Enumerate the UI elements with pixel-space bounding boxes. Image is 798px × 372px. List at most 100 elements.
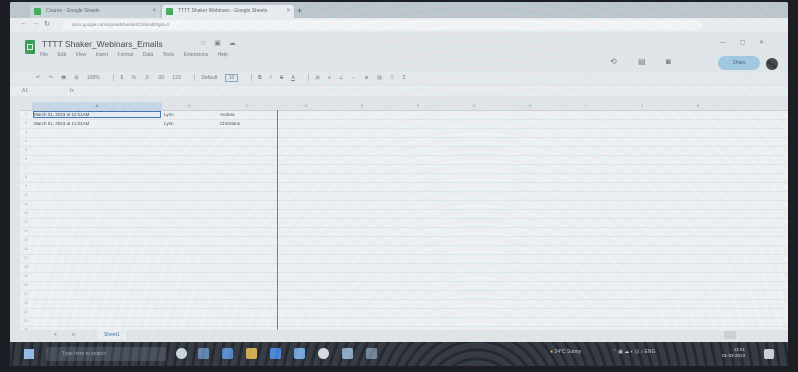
- name-box[interactable]: A1: [22, 86, 28, 96]
- column-header-d[interactable]: D: [278, 102, 334, 110]
- column-header-f[interactable]: F: [390, 102, 446, 110]
- row-header[interactable]: 19: [20, 274, 32, 278]
- column-header-i[interactable]: I: [558, 102, 614, 110]
- address-bar[interactable]: docs.google.com/spreadsheets/d/1Xk/edit#…: [62, 20, 702, 30]
- menu-help[interactable]: Help: [218, 52, 228, 58]
- forward-icon[interactable]: →: [32, 20, 39, 27]
- decrease-decimal-button[interactable]: .0: [145, 75, 149, 81]
- bold-button[interactable]: B: [258, 75, 262, 81]
- text-color-button[interactable]: A: [291, 75, 294, 81]
- row-header[interactable]: 4: [20, 139, 32, 143]
- window-controls[interactable]: — ▢ ✕: [720, 39, 770, 46]
- row-header[interactable]: 17: [20, 256, 32, 260]
- paint-format-icon[interactable]: ⊞: [74, 75, 78, 81]
- borders-button[interactable]: ⊞: [316, 75, 320, 81]
- reload-icon[interactable]: ↻: [44, 20, 50, 28]
- column-header-k[interactable]: K: [670, 102, 726, 110]
- menu-insert[interactable]: Insert: [96, 52, 109, 58]
- title-icons[interactable]: ☆ ▣ ☁: [200, 39, 239, 47]
- column-header-g[interactable]: G: [446, 102, 502, 110]
- history-icon[interactable]: ⟲: [610, 57, 617, 66]
- weather-widget[interactable]: ● 24°C Sunny ⌃ ▣ ☁ ◐ ⊡ ♪ ENG: [550, 349, 655, 355]
- cell-b1[interactable]: Lynn: [164, 112, 174, 117]
- column-header-e[interactable]: E: [334, 102, 390, 110]
- edge-icon[interactable]: [222, 348, 233, 359]
- notifications-icon[interactable]: [764, 349, 774, 359]
- menu-edit[interactable]: Edit: [57, 52, 66, 58]
- filter-button[interactable]: ▽: [390, 75, 394, 81]
- row-header[interactable]: 2: [20, 121, 32, 125]
- cell-b2[interactable]: Lynn: [164, 121, 174, 126]
- valign-button[interactable]: ⟂: [339, 75, 342, 81]
- row-header[interactable]: 9: [20, 184, 32, 188]
- taskbar-search-input[interactable]: Type here to search: [46, 347, 166, 361]
- strikethrough-button[interactable]: S: [280, 75, 283, 81]
- font-size-input[interactable]: 10: [224, 74, 239, 82]
- menu-format[interactable]: Format: [118, 52, 134, 58]
- comments-icon[interactable]: ▤: [638, 57, 646, 66]
- cell-a2[interactable]: March 01, 2023 at 11:51AM: [34, 121, 89, 126]
- functions-button[interactable]: Σ: [403, 75, 406, 81]
- row-header[interactable]: 7: [20, 166, 32, 170]
- link-button[interactable]: ⊕: [365, 75, 369, 81]
- wrap-button[interactable]: ⇔: [351, 75, 356, 81]
- chrome-icon[interactable]: [318, 348, 329, 359]
- new-tab-button[interactable]: +: [297, 6, 302, 16]
- row-header[interactable]: 20: [20, 283, 32, 287]
- row-header[interactable]: 21: [20, 292, 32, 296]
- row-header[interactable]: 24: [20, 319, 32, 323]
- menu-tools[interactable]: Tools: [163, 52, 175, 58]
- row-header[interactable]: 1: [20, 112, 32, 116]
- store-icon[interactable]: [294, 348, 305, 359]
- share-button[interactable]: Share: [718, 56, 760, 70]
- add-sheet-button[interactable]: +: [54, 330, 57, 340]
- meet-icon[interactable]: ◙: [666, 57, 671, 66]
- row-header[interactable]: 23: [20, 310, 32, 314]
- document-title[interactable]: TTTT Shaker_Webinars_Emails: [42, 39, 163, 49]
- row-header[interactable]: 12: [20, 211, 32, 215]
- avatar[interactable]: [766, 58, 778, 70]
- close-tab-icon[interactable]: ×: [152, 5, 156, 18]
- column-header-j[interactable]: J: [614, 102, 670, 110]
- browser-tab-active[interactable]: TTTT Shaker Webinars - Google Sheets ×: [162, 5, 294, 18]
- all-sheets-button[interactable]: ≡: [72, 330, 75, 340]
- row-header[interactable]: 8: [20, 175, 32, 179]
- print-icon[interactable]: 🖶: [61, 75, 66, 81]
- align-button[interactable]: ≡: [328, 75, 331, 81]
- column-header-c[interactable]: C: [217, 102, 277, 110]
- row-header[interactable]: 15: [20, 238, 32, 242]
- photos-icon[interactable]: [342, 348, 353, 359]
- redo-icon[interactable]: ↷: [49, 75, 53, 81]
- column-header-a[interactable]: A: [32, 102, 162, 110]
- row-header[interactable]: 6: [20, 157, 32, 161]
- undo-icon[interactable]: ↶: [36, 75, 40, 81]
- sheets-logo-icon[interactable]: [25, 40, 35, 54]
- zoom-select[interactable]: 100%: [87, 75, 100, 81]
- row-header[interactable]: 14: [20, 229, 32, 233]
- cell-c1[interactable]: Andrea: [220, 112, 235, 117]
- menu-data[interactable]: Data: [143, 52, 154, 58]
- row-header[interactable]: 22: [20, 301, 32, 305]
- percent-button[interactable]: %: [132, 75, 136, 81]
- cortana-icon[interactable]: [176, 348, 187, 359]
- row-header[interactable]: 18: [20, 265, 32, 269]
- row-header[interactable]: 3: [20, 130, 32, 134]
- explore-icon[interactable]: [724, 331, 736, 339]
- taskbar-clock[interactable]: 12:51 01-03-2023: [722, 347, 745, 359]
- italic-button[interactable]: I: [270, 75, 271, 81]
- row-header[interactable]: 5: [20, 148, 32, 152]
- number-format-button[interactable]: 123: [172, 75, 180, 81]
- row-header[interactable]: 10: [20, 193, 32, 197]
- increase-decimal-button[interactable]: .00: [157, 75, 164, 81]
- browser-tab[interactable]: Course - Google Sheets ×: [30, 5, 160, 18]
- frozen-column-divider[interactable]: [277, 110, 278, 330]
- cell-a1[interactable]: March 01, 2023 at 11:51AM: [33, 111, 161, 118]
- spreadsheet-grid[interactable]: A B C D E F G H I J K 1 March 01, 2023 a…: [20, 102, 788, 330]
- menu-file[interactable]: File: [40, 52, 48, 58]
- font-select[interactable]: Default: [202, 75, 218, 81]
- task-view-icon[interactable]: [198, 348, 209, 359]
- file-explorer-icon[interactable]: [246, 348, 257, 359]
- column-header-b[interactable]: B: [162, 102, 217, 110]
- close-tab-icon[interactable]: ×: [286, 5, 290, 18]
- back-icon[interactable]: ←: [20, 20, 27, 27]
